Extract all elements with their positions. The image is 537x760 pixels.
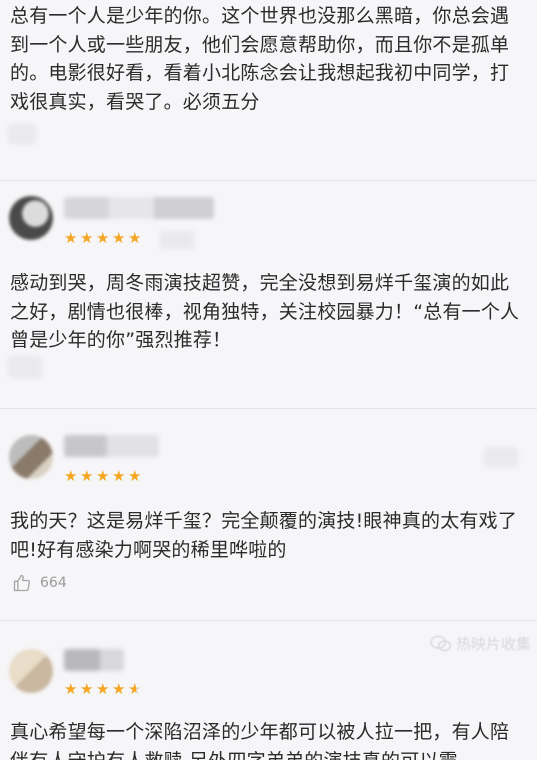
avatar[interactable] xyxy=(9,649,53,693)
review-text: 我的天？这是易烊千玺？完全颠覆的演技!眼神真的太有戏了吧!好有感染力啊哭的稀里哗… xyxy=(10,510,518,561)
star-icon: ★ xyxy=(96,680,110,698)
avatar[interactable] xyxy=(9,196,53,240)
star-icon: ★ xyxy=(64,680,78,698)
star-icon: ★ xyxy=(80,467,94,485)
blurred-meta xyxy=(8,356,42,378)
blurred-meta xyxy=(484,447,518,467)
star-icon: ★ xyxy=(96,467,110,485)
star-icon: ★ xyxy=(64,229,78,247)
username[interactable] xyxy=(64,435,159,457)
rating-stars: ★ ★ ★ ★ ★ xyxy=(64,682,143,697)
review-text: 真心希望每一个深陷沼泽的少年都可以被人拉一把，有人陪伴有人守护有人救赎 另外四字… xyxy=(10,721,510,760)
review-item: ★ ★ ★ ★ ★ 感动到哭，周冬雨演技超赞，完全没想到易烊千玺演的如此之好，剧… xyxy=(0,180,537,408)
like-button[interactable]: 664 xyxy=(12,573,67,593)
blurred-meta xyxy=(160,231,194,249)
username[interactable] xyxy=(64,649,124,671)
star-icon: ★ xyxy=(128,467,142,485)
review-item: ★ ★ ★ ★ ★ 我的天？这是易烊千玺？完全颠覆的演技!眼神真的太有戏了吧!好… xyxy=(0,408,537,620)
star-icon: ★ xyxy=(112,229,126,247)
review-text: 总有一个人是少年的你。这个世界也没那么黑暗，你总会遇到一个人或一些朋友，他们会愿… xyxy=(10,5,510,113)
watermark-text: 热映片收集 xyxy=(455,635,531,653)
avatar[interactable] xyxy=(9,435,53,479)
username[interactable] xyxy=(64,197,214,219)
star-icon: ★ xyxy=(80,680,94,698)
thumbs-up-icon xyxy=(13,574,31,592)
blurred-meta xyxy=(8,124,36,144)
star-icon: ★ xyxy=(96,229,110,247)
rating-stars: ★ ★ ★ ★ ★ xyxy=(64,231,143,246)
star-icon: ★ xyxy=(128,680,142,698)
star-icon: ★ xyxy=(64,467,78,485)
star-icon: ★ xyxy=(112,680,126,698)
watermark: 热映片收集 xyxy=(430,633,531,654)
review-text: 感动到哭，周冬雨演技超赞，完全没想到易烊千玺演的如此之好，剧情也很棒，视角独特，… xyxy=(10,272,520,351)
star-icon: ★ xyxy=(128,229,142,247)
rating-stars: ★ ★ ★ ★ ★ xyxy=(64,469,143,484)
wechat-icon xyxy=(430,635,452,651)
star-icon: ★ xyxy=(80,229,94,247)
like-count: 664 xyxy=(40,575,67,591)
review-item: 总有一个人是少年的你。这个世界也没那么黑暗，你总会遇到一个人或一些朋友，他们会愿… xyxy=(0,0,537,180)
star-icon: ★ xyxy=(112,467,126,485)
